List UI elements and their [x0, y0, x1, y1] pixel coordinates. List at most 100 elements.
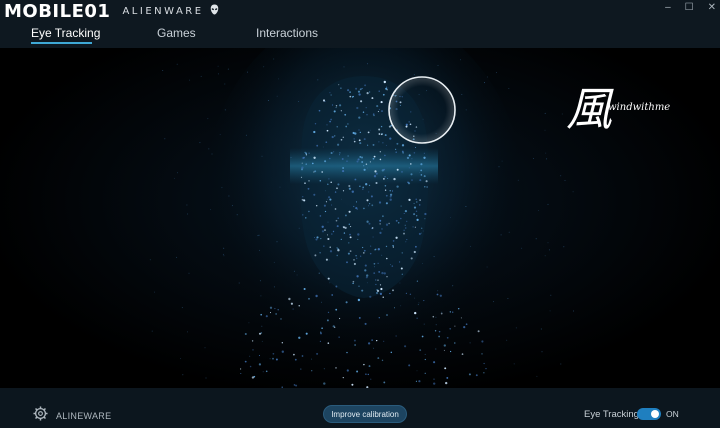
face-point	[339, 104, 342, 107]
face-point	[327, 277, 330, 280]
face-point	[272, 352, 275, 355]
face-point	[321, 225, 324, 228]
face-point	[251, 340, 254, 342]
face-point	[330, 151, 333, 155]
face-point	[359, 88, 362, 91]
face-point	[329, 157, 331, 160]
face-point	[370, 378, 372, 380]
face-point	[269, 306, 273, 309]
face-point	[353, 259, 355, 261]
face-point	[311, 162, 314, 165]
watermark-text: windwithme	[608, 102, 671, 113]
face-point	[415, 380, 417, 382]
face-point	[379, 284, 382, 286]
face-point	[308, 297, 310, 300]
face-point	[326, 129, 329, 132]
face-point	[333, 110, 336, 113]
improve-calibration-button[interactable]: Improve calibration	[323, 405, 407, 423]
gear-icon[interactable]	[33, 406, 48, 426]
background-speck	[187, 213, 189, 215]
background-speck	[369, 129, 371, 131]
face-point	[324, 160, 327, 163]
background-speck	[561, 113, 563, 115]
face-point	[379, 219, 382, 222]
face-point	[357, 238, 359, 240]
face-point	[392, 246, 394, 248]
tab-eye-tracking[interactable]: Eye Tracking	[31, 26, 100, 40]
face-point	[402, 152, 404, 154]
face-point	[368, 91, 371, 93]
maximize-button[interactable]: ☐	[685, 2, 694, 13]
face-point	[345, 125, 348, 128]
background-speck	[564, 180, 566, 181]
face-point	[377, 248, 380, 251]
face-point	[389, 195, 392, 198]
face-point	[373, 155, 376, 158]
face-point	[313, 193, 316, 196]
face-point	[274, 308, 276, 310]
face-point	[349, 236, 352, 239]
face-point	[388, 222, 390, 225]
face-point	[368, 205, 370, 207]
background-speck	[486, 266, 488, 268]
background-speck	[441, 311, 443, 313]
background-speck	[290, 157, 292, 158]
face-point	[363, 363, 365, 366]
face-point	[383, 340, 385, 342]
tab-interactions[interactable]: Interactions	[256, 26, 318, 40]
face-point	[292, 308, 294, 310]
face-point	[400, 205, 402, 207]
background-speck	[222, 253, 224, 255]
minimize-button[interactable]: –	[665, 2, 671, 13]
background-speck	[324, 190, 326, 192]
background-speck	[273, 58, 275, 60]
face-point	[244, 360, 247, 363]
face-point	[301, 198, 304, 201]
face-point	[438, 335, 440, 338]
face-point	[416, 201, 418, 203]
background-speck	[181, 307, 183, 309]
face-point	[375, 291, 379, 295]
background-speck	[187, 331, 188, 333]
face-point	[269, 312, 272, 314]
face-point	[445, 381, 448, 385]
face-point	[321, 230, 325, 233]
face-point	[386, 276, 388, 278]
face-point	[367, 131, 370, 134]
face-point	[313, 156, 316, 159]
face-point	[353, 339, 356, 342]
background-speck	[465, 109, 467, 111]
face-point	[378, 133, 381, 135]
face-point	[323, 204, 326, 207]
face-point	[446, 336, 449, 339]
face-point	[449, 311, 451, 313]
face-point	[347, 155, 349, 157]
face-point	[384, 185, 387, 187]
face-point	[485, 367, 487, 370]
face-point	[337, 143, 340, 146]
face-point	[316, 144, 319, 147]
background-speck	[418, 302, 420, 304]
background-speck	[547, 203, 549, 205]
eye-tracking-toggle[interactable]	[637, 408, 661, 420]
face-point	[424, 218, 426, 220]
face-point	[419, 179, 422, 182]
face-point	[325, 201, 327, 203]
close-button[interactable]: ✕	[708, 2, 716, 13]
face-point	[336, 126, 338, 128]
face-point	[481, 353, 483, 355]
background-speck	[366, 167, 368, 169]
face-point	[332, 230, 335, 233]
background-speck	[154, 291, 156, 293]
face-point	[378, 90, 380, 92]
face-point	[373, 272, 376, 274]
face-point	[301, 355, 304, 357]
face-point	[383, 80, 386, 84]
face-point	[375, 283, 377, 286]
tab-games[interactable]: Games	[157, 26, 196, 40]
background-speck	[317, 79, 319, 81]
face-point	[301, 168, 303, 171]
face-point	[400, 217, 402, 220]
face-point	[272, 357, 274, 360]
face-point	[303, 156, 305, 159]
